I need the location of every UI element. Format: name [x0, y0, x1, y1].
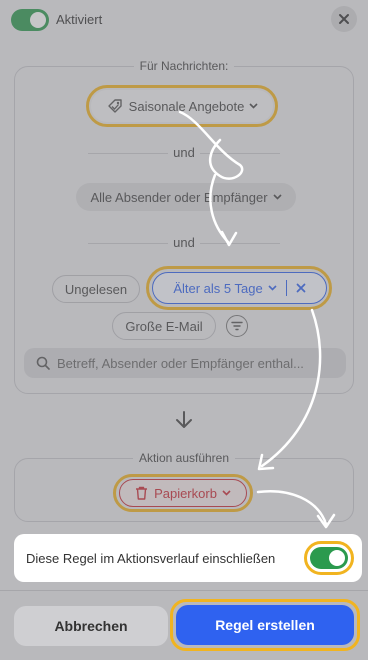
annotation-arrows: [178, 110, 336, 529]
